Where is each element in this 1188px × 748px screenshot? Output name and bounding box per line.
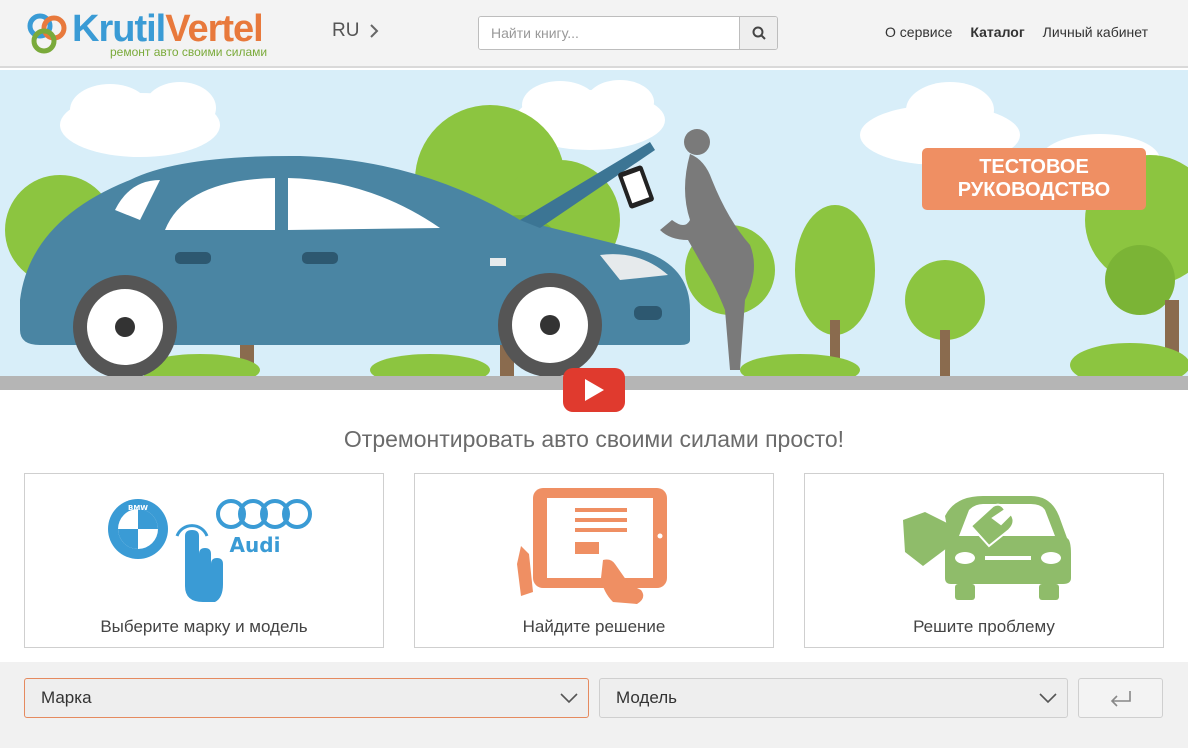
video-play-button[interactable] — [563, 368, 625, 412]
submit-selection-button[interactable] — [1078, 678, 1163, 718]
step-card-select-model[interactable]: BMW Audi Выберите марку и модель — [24, 473, 384, 648]
language-label: RU — [332, 20, 360, 41]
site-logo[interactable]: KrutilVertel ремонт авто своими силами — [24, 8, 294, 62]
logo-tagline: ремонт авто своими силами — [110, 45, 268, 59]
search-icon — [752, 26, 766, 40]
search-bar — [478, 16, 778, 50]
badge-line-1: ТЕСТОВОЕ — [979, 156, 1089, 178]
card-label: Найдите решение — [522, 617, 666, 636]
step-card-solve-problem[interactable]: Решите проблему — [804, 473, 1164, 648]
chevron-down-icon — [1039, 693, 1057, 704]
tablet-hands-icon — [517, 488, 667, 604]
nav-item-account[interactable]: Личный кабинет — [1043, 24, 1148, 40]
step-card-find-solution[interactable]: Найдите решение — [414, 473, 774, 648]
card-label: Выберите марку и модель — [100, 617, 308, 636]
nav-item-about[interactable]: О сервисе — [885, 24, 952, 40]
logo-wordmark: KrutilVertel — [72, 8, 264, 50]
enter-arrow-icon — [1110, 691, 1131, 707]
main-nav: О сервисе Каталог Личный кабинет — [885, 24, 1148, 40]
model-select[interactable]: Модель — [599, 678, 1068, 718]
badge-line-2: РУКОВОДСТВО — [957, 179, 1111, 201]
audi-logo-text: Audi — [230, 533, 281, 557]
hero-video-banner[interactable]: ТЕСТОВОЕ РУКОВОДСТВО — [0, 70, 1188, 390]
language-switcher[interactable]: RU — [332, 20, 379, 42]
brand-logos-hand-icon: BMW Audi — [108, 499, 312, 602]
hero-illustration — [5, 80, 1188, 387]
youtube-play-icon — [585, 379, 604, 401]
test-manual-badge[interactable]: ТЕСТОВОЕ РУКОВОДСТВО — [922, 148, 1146, 210]
chevron-down-icon — [560, 693, 578, 704]
make-select[interactable]: Марка — [24, 678, 589, 718]
car-wrench-icon — [903, 496, 1071, 600]
bmw-logo-text: BMW — [128, 504, 148, 512]
page-headline: Отремонтировать авто своими силами прост… — [343, 426, 845, 452]
logo-icon — [27, 13, 67, 54]
model-selector-bar: Марка Модель — [0, 662, 1188, 748]
make-select-value: Марка — [41, 688, 92, 707]
search-input[interactable] — [479, 17, 739, 49]
site-header: KrutilVertel ремонт авто своими силами R… — [0, 0, 1188, 68]
logo-word-1: Krutil — [72, 8, 166, 50]
model-select-value: Модель — [616, 688, 678, 707]
card-label: Решите проблему — [913, 617, 1055, 636]
chevron-right-icon — [370, 24, 379, 38]
nav-item-catalog[interactable]: Каталог — [970, 24, 1024, 40]
logo-word-2: Vertel — [165, 8, 264, 50]
search-button[interactable] — [739, 17, 777, 49]
